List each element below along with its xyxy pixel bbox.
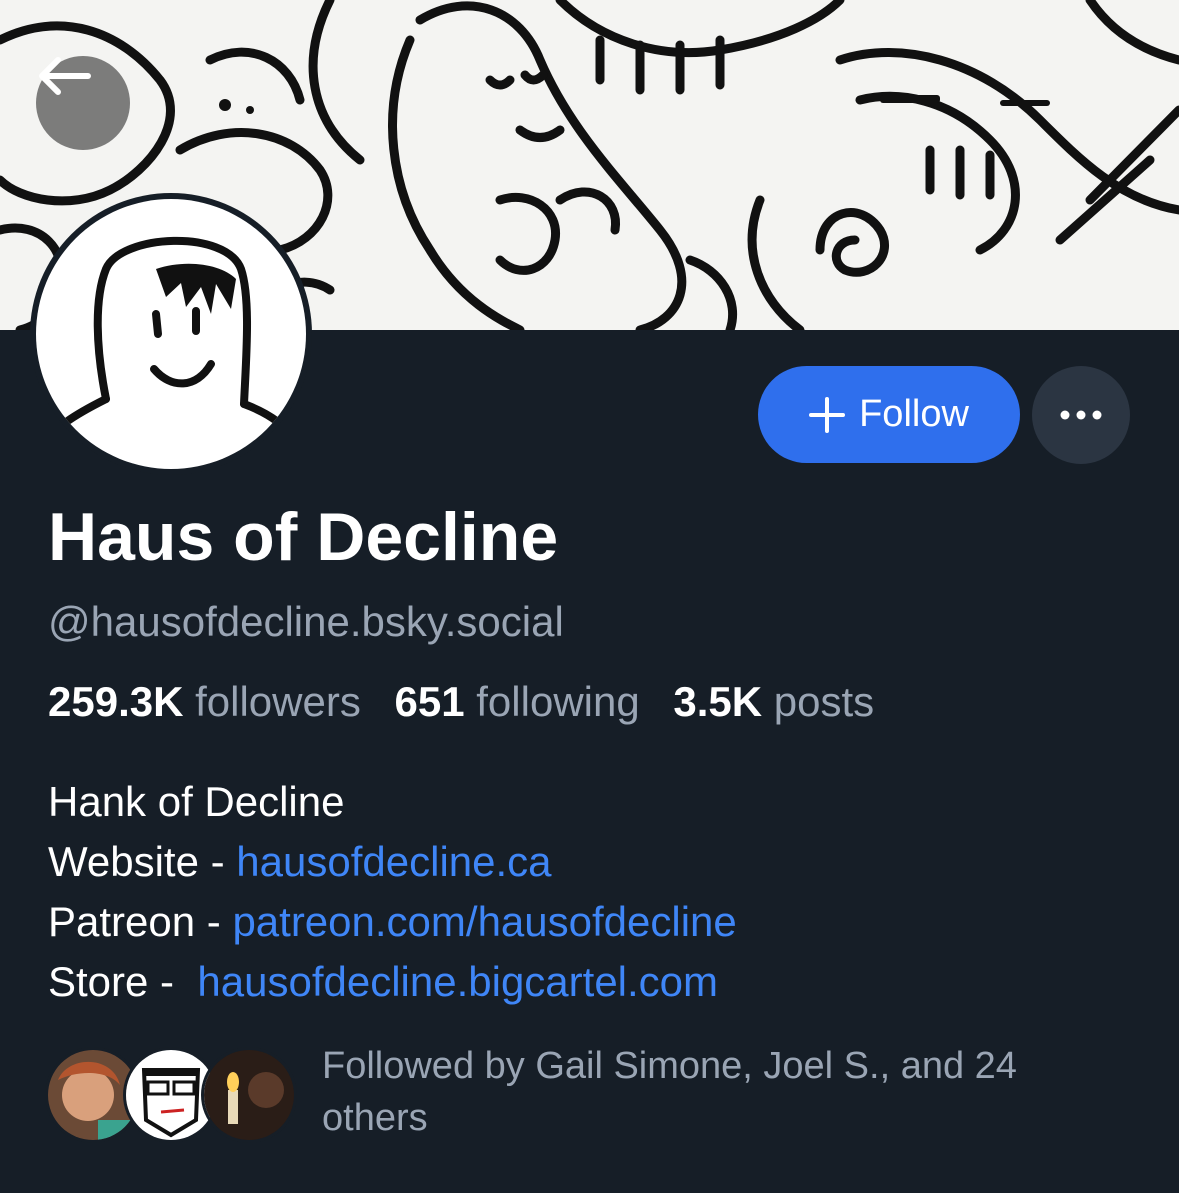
follower-avatar — [204, 1050, 294, 1140]
following-count: 651 — [394, 678, 465, 725]
followers-count: 259.3K — [48, 678, 184, 725]
bio-line-patreon: Patreon - patreon.com/hausofdecline — [48, 892, 737, 952]
posts-stat: 3.5K posts — [673, 678, 874, 725]
store-prefix: Store - — [48, 958, 186, 1005]
avatar-image — [36, 199, 306, 469]
profile-handle: @hausofdecline.bsky.social — [48, 598, 564, 645]
website-prefix: Website - — [48, 838, 237, 885]
posts-label: posts — [773, 678, 875, 725]
following-label: following — [476, 678, 640, 725]
display-name: Haus of Decline — [48, 499, 559, 575]
ellipsis-icon — [1060, 410, 1102, 420]
more-options-button[interactable] — [1032, 366, 1130, 464]
store-link[interactable]: hausofdecline.bigcartel.com — [197, 958, 718, 1005]
arrow-left-icon — [39, 57, 91, 95]
website-link[interactable]: hausofdecline.ca — [236, 838, 551, 885]
follower-avatar — [126, 1050, 216, 1140]
follow-button[interactable]: Follow — [758, 366, 1020, 463]
follower-avatar — [48, 1050, 138, 1140]
followers-label: followers — [195, 678, 361, 725]
following-stat[interactable]: 651 following — [395, 678, 640, 725]
back-button[interactable] — [36, 56, 130, 150]
followers-stat[interactable]: 259.3K followers — [48, 678, 361, 725]
patreon-link[interactable]: patreon.com/hausofdecline — [232, 898, 736, 945]
bio-line-website: Website - hausofdecline.ca — [48, 832, 737, 892]
profile-bio: Hank of Decline Website - hausofdecline.… — [48, 772, 737, 1012]
profile-stats: 259.3K followers 651 following 3.5K post… — [48, 678, 896, 726]
followed-by-avatars[interactable] — [48, 1050, 294, 1140]
plus-icon — [809, 396, 846, 433]
posts-count: 3.5K — [673, 678, 763, 725]
follow-button-label: Follow — [859, 393, 969, 435]
patreon-prefix: Patreon - — [48, 898, 233, 945]
profile-avatar[interactable] — [30, 193, 312, 475]
bio-line-title: Hank of Decline — [48, 778, 345, 825]
followed-by-text[interactable]: Followed by Gail Simone, Joel S., and 24… — [322, 1040, 1122, 1144]
bio-line-store: Store - hausofdecline.bigcartel.com — [48, 952, 737, 1012]
